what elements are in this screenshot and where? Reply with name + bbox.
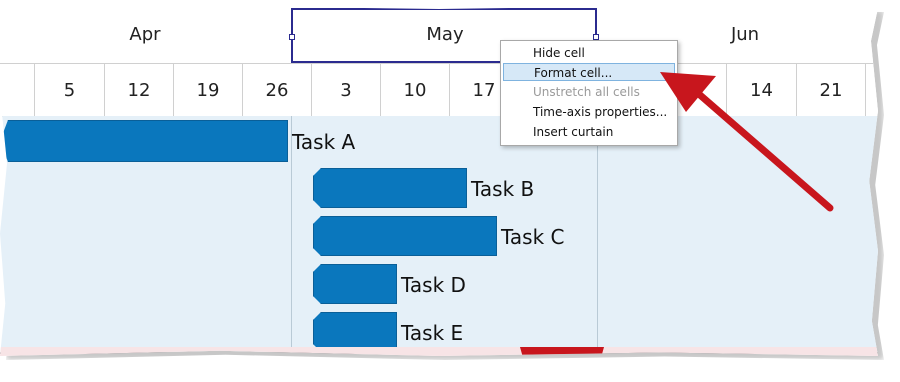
task-label-d[interactable]: Task D [401,273,466,297]
context-menu: Hide cell Format cell... Unstretch all c… [500,40,678,146]
resize-handle-left[interactable] [289,34,295,40]
week-cell[interactable]: 14 [726,64,796,116]
menu-item-time-axis-properties[interactable]: Time-axis properties... [503,103,675,121]
week-cell[interactable]: 5 [34,64,104,116]
month-label-apr[interactable]: Apr [129,24,160,45]
week-header-row: 5 12 19 26 3 10 17 14 21 [0,63,878,117]
week-cell[interactable]: 21 [796,64,865,116]
task-bar-d[interactable] [313,264,397,304]
week-cell[interactable]: 10 [380,64,449,116]
gantt-chart-body: Task A Task B Task C Task D Task E [0,116,878,354]
month-divider [597,116,598,352]
task-label-b[interactable]: Task B [471,177,534,201]
week-cell[interactable]: 19 [173,64,242,116]
task-bar-a[interactable] [0,120,288,162]
task-label-c[interactable]: Task C [501,225,565,249]
menu-item-format-cell[interactable]: Format cell... [503,63,675,81]
menu-item-unstretch-all-cells: Unstretch all cells [533,85,640,99]
month-header-row: Apr May Jun [0,6,878,63]
week-cell[interactable]: 26 [242,64,311,116]
month-label-jun[interactable]: Jun [731,24,759,45]
week-cell[interactable]: 3 [311,64,380,116]
task-label-a[interactable]: Task A [292,130,355,154]
menu-item-insert-curtain[interactable]: Insert curtain [503,123,675,141]
task-label-e[interactable]: Task E [401,321,463,345]
week-cell[interactable]: 12 [104,64,173,116]
gantt-timeline: Apr May Jun 5 12 19 26 3 10 17 14 21 Tas… [0,6,878,356]
task-bar-c[interactable] [313,216,497,256]
task-bar-b[interactable] [313,168,467,208]
menu-item-hide-cell[interactable]: Hide cell [503,44,675,62]
task-bar-e[interactable] [313,312,397,352]
screenshot-frame: Apr May Jun 5 12 19 26 3 10 17 14 21 Tas… [0,0,900,382]
